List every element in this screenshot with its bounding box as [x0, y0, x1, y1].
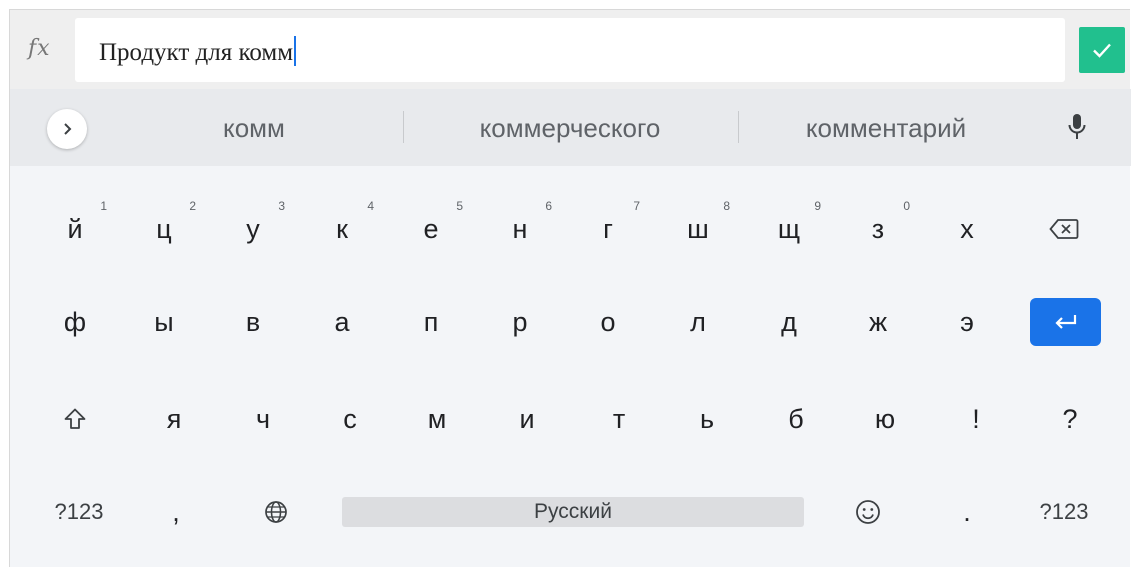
key-б[interactable]: б	[756, 384, 836, 454]
formula-input-text: Продукт для комм	[99, 36, 297, 67]
voice-input-button[interactable]	[1067, 113, 1087, 146]
key-question[interactable]: ?	[1030, 384, 1110, 454]
on-screen-keyboard: комм коммерческого комментарий й1 ц2 у3 …	[9, 89, 1131, 567]
key-ф[interactable]: ф	[35, 287, 115, 357]
backspace-icon	[1049, 219, 1079, 239]
key-о[interactable]: о	[568, 287, 648, 357]
key-ц[interactable]: ц2	[124, 194, 204, 264]
chevron-right-icon	[64, 123, 72, 135]
key-ш[interactable]: ш8	[658, 194, 738, 264]
key-л[interactable]: л	[658, 287, 738, 357]
key-х[interactable]: х	[927, 194, 1007, 264]
enter-icon	[1054, 315, 1076, 329]
expand-toolbar-button[interactable]	[47, 109, 87, 149]
suggestion-strip: комм коммерческого комментарий	[10, 89, 1131, 166]
emoji-key[interactable]	[828, 477, 908, 547]
symbols-key-left[interactable]: ?123	[39, 477, 119, 547]
key-exclamation[interactable]: !	[936, 384, 1016, 454]
key-ч[interactable]: ч	[223, 384, 303, 454]
key-э[interactable]: э	[927, 287, 1007, 357]
key-г[interactable]: г7	[568, 194, 648, 264]
key-я[interactable]: я	[134, 384, 214, 454]
key-щ[interactable]: щ9	[749, 194, 829, 264]
emoji-icon	[856, 500, 880, 524]
key-е[interactable]: е5	[391, 194, 471, 264]
text-caret	[294, 36, 297, 66]
key-к[interactable]: к4	[302, 194, 382, 264]
suggestion-item[interactable]: комментарий	[806, 113, 966, 144]
key-а[interactable]: а	[302, 287, 382, 357]
formula-input[interactable]: Продукт для комм	[75, 18, 1065, 82]
language-switch-key[interactable]	[236, 477, 316, 547]
key-в[interactable]: в	[213, 287, 293, 357]
key-т[interactable]: т	[579, 384, 659, 454]
shift-icon	[64, 408, 86, 429]
space-bar[interactable]: Русский	[342, 497, 804, 527]
globe-icon	[265, 501, 287, 523]
checkmark-icon	[1093, 43, 1111, 58]
key-и[interactable]: и	[487, 384, 567, 454]
key-м[interactable]: м	[397, 384, 477, 454]
shift-key[interactable]	[35, 384, 115, 454]
key-р[interactable]: р	[480, 287, 560, 357]
suggestion-item[interactable]: комм	[223, 113, 285, 144]
key-у[interactable]: у3	[213, 194, 293, 264]
symbols-key-right[interactable]: ?123	[1024, 477, 1104, 547]
enter-key[interactable]	[1030, 298, 1101, 346]
backspace-key[interactable]	[1024, 194, 1104, 264]
key-ю[interactable]: ю	[845, 384, 925, 454]
key-ь[interactable]: ь	[667, 384, 747, 454]
key-с[interactable]: с	[310, 384, 390, 454]
key-п[interactable]: п	[391, 287, 471, 357]
mic-icon	[1068, 114, 1086, 139]
key-ы[interactable]: ы	[124, 287, 204, 357]
key-й[interactable]: й1	[35, 194, 115, 264]
suggestion-divider	[403, 111, 404, 143]
fx-icon[interactable]: fx	[28, 36, 51, 61]
suggestion-item[interactable]: коммерческого	[480, 113, 661, 144]
confirm-button[interactable]	[1079, 27, 1125, 73]
key-з[interactable]: з0	[838, 194, 918, 264]
key-comma[interactable]: ,	[136, 477, 216, 547]
key-ж[interactable]: ж	[838, 287, 918, 357]
key-н[interactable]: н6	[480, 194, 560, 264]
suggestion-divider	[738, 111, 739, 143]
key-д[interactable]: д	[749, 287, 829, 357]
formula-bar: fx Продукт для комм	[9, 9, 1130, 89]
key-period[interactable]: .	[927, 477, 1007, 547]
